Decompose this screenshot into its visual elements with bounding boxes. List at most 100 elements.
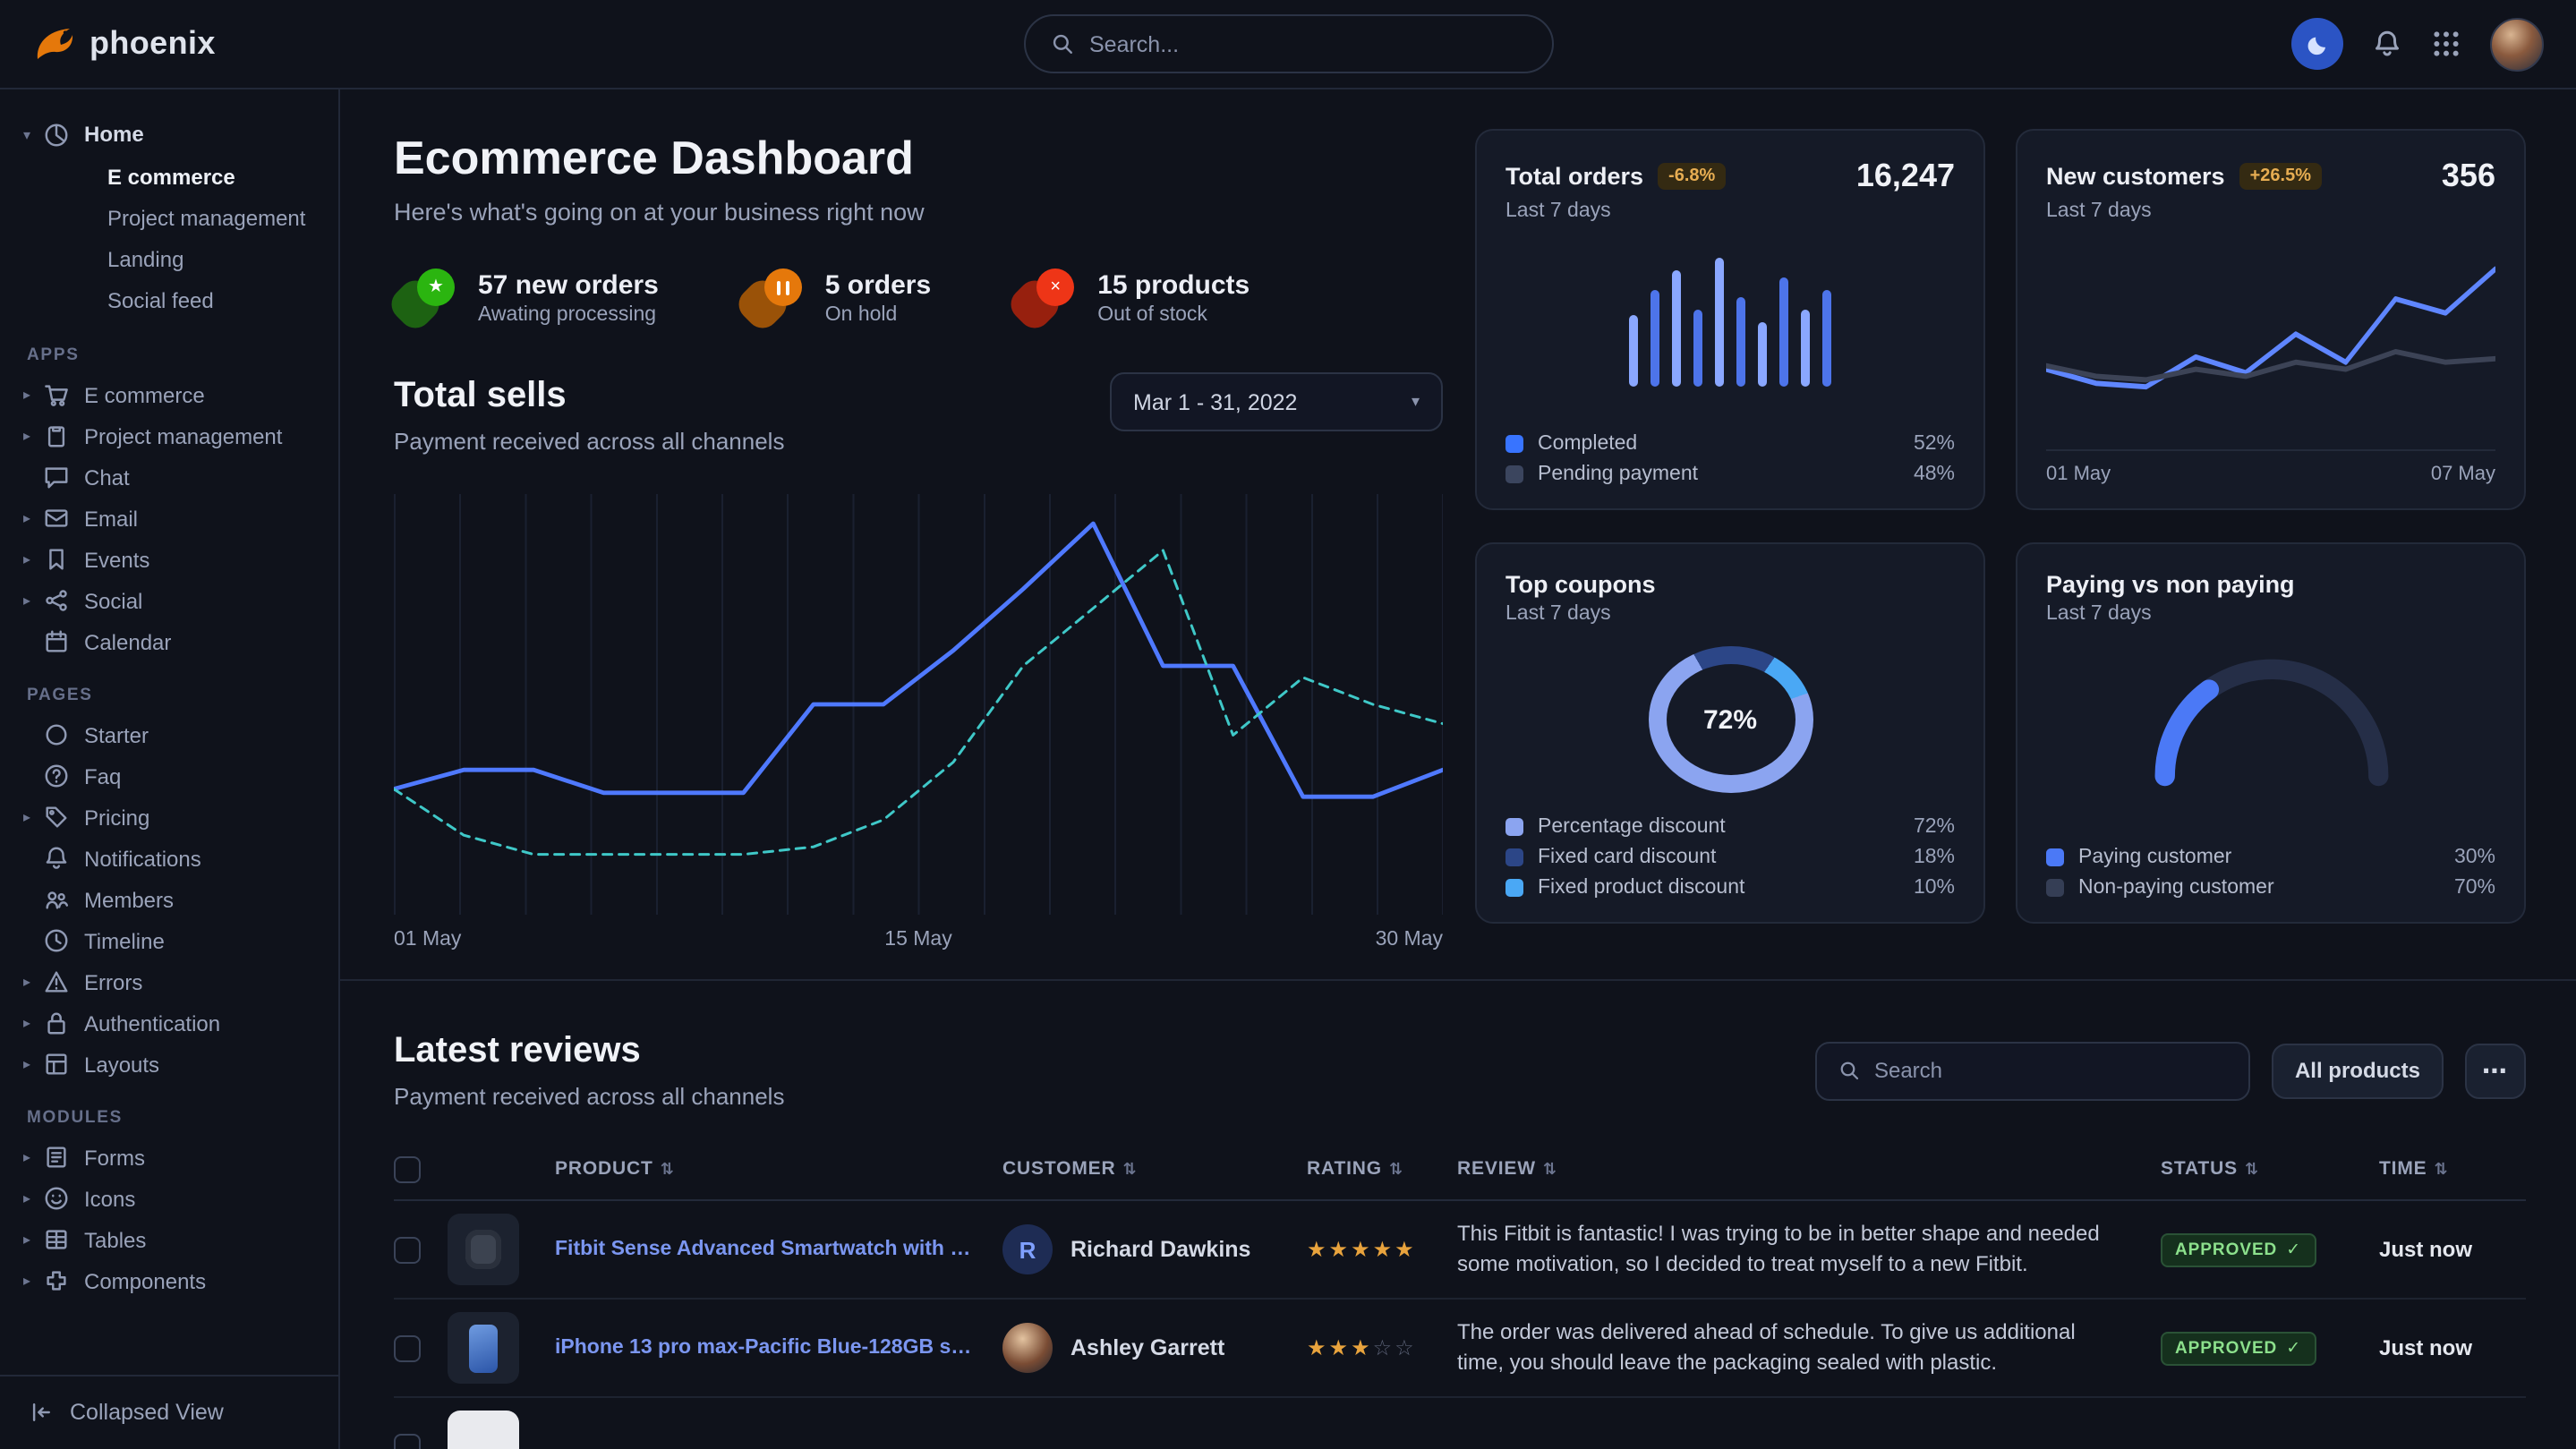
column-customer[interactable]: CUSTOMER⇅ bbox=[1002, 1158, 1307, 1180]
sidebar-item-tables[interactable]: ▸ Tables bbox=[0, 1219, 338, 1260]
sidebar-item-members[interactable]: Members bbox=[0, 879, 338, 920]
bookmark-icon bbox=[43, 546, 70, 573]
bell-icon bbox=[43, 845, 70, 872]
sidebar-item-events[interactable]: ▸ Events bbox=[0, 539, 338, 580]
sidebar-subitem-landing[interactable]: Landing bbox=[0, 240, 338, 281]
sidebar-item-forms[interactable]: ▸ Forms bbox=[0, 1137, 338, 1178]
review-text: The order was delivered ahead of schedul… bbox=[1457, 1317, 2161, 1379]
moon-icon bbox=[2305, 31, 2330, 56]
stat-new-orders: ★ 57 new orders Awating processing bbox=[394, 268, 659, 326]
sort-icon: ⇅ bbox=[1543, 1159, 1557, 1179]
notifications-button[interactable] bbox=[2372, 29, 2402, 59]
sidebar-section-apps: APPS bbox=[27, 345, 338, 365]
row-checkbox[interactable] bbox=[394, 1236, 421, 1263]
paying-vs-non-paying-card: Paying vs non paying Last 7 days Paying … bbox=[2016, 542, 2526, 924]
product-thumbnail bbox=[448, 1214, 519, 1285]
sidebar-item-timeline[interactable]: Timeline bbox=[0, 920, 338, 961]
table-icon bbox=[43, 1226, 70, 1253]
column-product[interactable]: PRODUCT⇅ bbox=[555, 1158, 1002, 1180]
sidebar-item-layouts[interactable]: ▸ Layouts bbox=[0, 1044, 338, 1085]
sidebar-section-modules: MODULES bbox=[27, 1108, 338, 1128]
sidebar-item-authentication[interactable]: ▸ Authentication bbox=[0, 1002, 338, 1044]
product-link[interactable]: iPhone 13 pro max-Pacific Blue-128GB sto… bbox=[555, 1337, 1002, 1359]
top-coupons-donut-chart: 72% bbox=[1648, 646, 1813, 793]
paying-gauge-chart bbox=[2046, 643, 2495, 789]
legend-non-paying-customer: Non-paying customer 70% bbox=[2046, 877, 2495, 899]
sidebar-item-chat[interactable]: Chat bbox=[0, 456, 338, 498]
topbar: phoenix bbox=[0, 0, 2576, 89]
phoenix-logo-icon bbox=[32, 22, 75, 65]
apps-grid-button[interactable] bbox=[2431, 29, 2461, 59]
sidebar-item-email[interactable]: ▸ Email bbox=[0, 498, 338, 539]
column-review[interactable]: REVIEW⇅ bbox=[1457, 1158, 2161, 1180]
user-avatar[interactable] bbox=[2490, 17, 2544, 71]
app-window: phoenix ▾ Home E commerce Project mana bbox=[0, 0, 2576, 1449]
sidebar-item-faq[interactable]: Faq bbox=[0, 755, 338, 797]
sidebar-item-icons[interactable]: ▸ Icons bbox=[0, 1178, 338, 1219]
reviews-search[interactable] bbox=[1815, 1041, 2250, 1100]
global-search[interactable] bbox=[1023, 14, 1553, 73]
product-link[interactable]: Fitbit Sense Advanced Smartwatch with To… bbox=[555, 1239, 1002, 1260]
chevron-down-icon: ▾ bbox=[1412, 392, 1420, 412]
chevron-right-icon: ▸ bbox=[23, 1190, 43, 1206]
search-input[interactable] bbox=[1089, 31, 1526, 56]
smile-icon bbox=[43, 1185, 70, 1212]
column-status[interactable]: STATUS⇅ bbox=[2161, 1158, 2379, 1180]
sidebar-subitem-social-feed[interactable]: Social feed bbox=[0, 281, 338, 322]
new-customers-x-axis: 01 May 07 May bbox=[2046, 449, 2495, 485]
all-products-button[interactable]: All products bbox=[2272, 1043, 2444, 1098]
sidebar-item-calendar[interactable]: Calendar bbox=[0, 621, 338, 662]
column-time[interactable]: TIME⇅ bbox=[2379, 1158, 2526, 1180]
sidebar-item-social[interactable]: ▸ Social bbox=[0, 580, 338, 621]
review-time: Just now bbox=[2379, 1237, 2526, 1262]
caret-down-icon: ▾ bbox=[23, 126, 43, 142]
tag-icon bbox=[43, 804, 70, 831]
total-orders-value: 16,247 bbox=[1856, 158, 1955, 195]
sidebar-item-ecommerce-app[interactable]: ▸ E commerce bbox=[0, 374, 338, 415]
row-checkbox[interactable] bbox=[394, 1334, 421, 1361]
avatar: R bbox=[1002, 1224, 1053, 1274]
reviews-search-input[interactable] bbox=[1874, 1058, 2227, 1083]
date-range-select[interactable]: Mar 1 - 31, 2022 ▾ bbox=[1110, 372, 1443, 431]
clock-icon bbox=[43, 927, 70, 954]
calendar-icon bbox=[43, 628, 70, 655]
total-sells-subtitle: Payment received across all channels bbox=[394, 426, 784, 458]
select-all-checkbox[interactable] bbox=[394, 1155, 421, 1182]
column-rating[interactable]: RATING⇅ bbox=[1307, 1158, 1457, 1180]
stat-out-of-stock: × 15 products Out of stock bbox=[1013, 268, 1250, 326]
sidebar-section-pages: PAGES bbox=[27, 686, 338, 705]
search-icon bbox=[1838, 1060, 1860, 1081]
sidebar-item-errors[interactable]: ▸ Errors bbox=[0, 961, 338, 1002]
sidebar-item-pricing[interactable]: ▸ Pricing bbox=[0, 797, 338, 838]
sidebar-item-project-management-app[interactable]: ▸ Project management bbox=[0, 415, 338, 456]
legend-fixed-product-discount: Fixed product discount 10% bbox=[1506, 877, 1955, 899]
stat-orders-on-hold: 5 orders On hold bbox=[741, 268, 931, 326]
stats-row: ★ 57 new orders Awating processing 5 ord… bbox=[394, 268, 1443, 326]
chevron-right-icon: ▸ bbox=[23, 428, 43, 444]
pie-chart-icon bbox=[43, 121, 70, 148]
bell-icon bbox=[2372, 29, 2402, 59]
sidebar-subitem-ecommerce[interactable]: E commerce bbox=[0, 158, 338, 199]
collapsed-view-toggle[interactable]: Collapsed View bbox=[0, 1374, 338, 1449]
total-orders-change-badge: -6.8% bbox=[1658, 163, 1726, 190]
new-customers-value: 356 bbox=[2442, 158, 2495, 195]
theme-toggle-button[interactable] bbox=[2291, 18, 2343, 70]
row-checkbox[interactable] bbox=[394, 1433, 421, 1449]
total-sells-title: Total sells bbox=[394, 372, 784, 419]
legend-paying-customer: Paying customer 30% bbox=[2046, 847, 2495, 868]
brand-logo[interactable]: phoenix bbox=[32, 22, 216, 65]
sidebar-item-notifications[interactable]: Notifications bbox=[0, 838, 338, 879]
sidebar-item-components[interactable]: ▸ Components bbox=[0, 1260, 338, 1301]
sidebar-subitem-project-management[interactable]: Project management bbox=[0, 199, 338, 240]
circle-icon bbox=[43, 721, 70, 748]
new-customers-line-chart bbox=[2046, 247, 2495, 449]
avatar bbox=[1002, 1323, 1053, 1373]
sort-icon: ⇅ bbox=[2435, 1159, 2449, 1179]
sidebar-item-starter[interactable]: Starter bbox=[0, 714, 338, 755]
sidebar-item-home[interactable]: ▾ Home bbox=[0, 111, 338, 158]
more-options-button[interactable]: ⋯ bbox=[2465, 1043, 2526, 1098]
lock-icon bbox=[43, 1010, 70, 1036]
customer-cell: R Richard Dawkins bbox=[1002, 1224, 1307, 1274]
new-customers-card: New customers +26.5% 356 Last 7 days 01 … bbox=[2016, 129, 2526, 510]
chevron-right-icon: ▸ bbox=[23, 1273, 43, 1289]
